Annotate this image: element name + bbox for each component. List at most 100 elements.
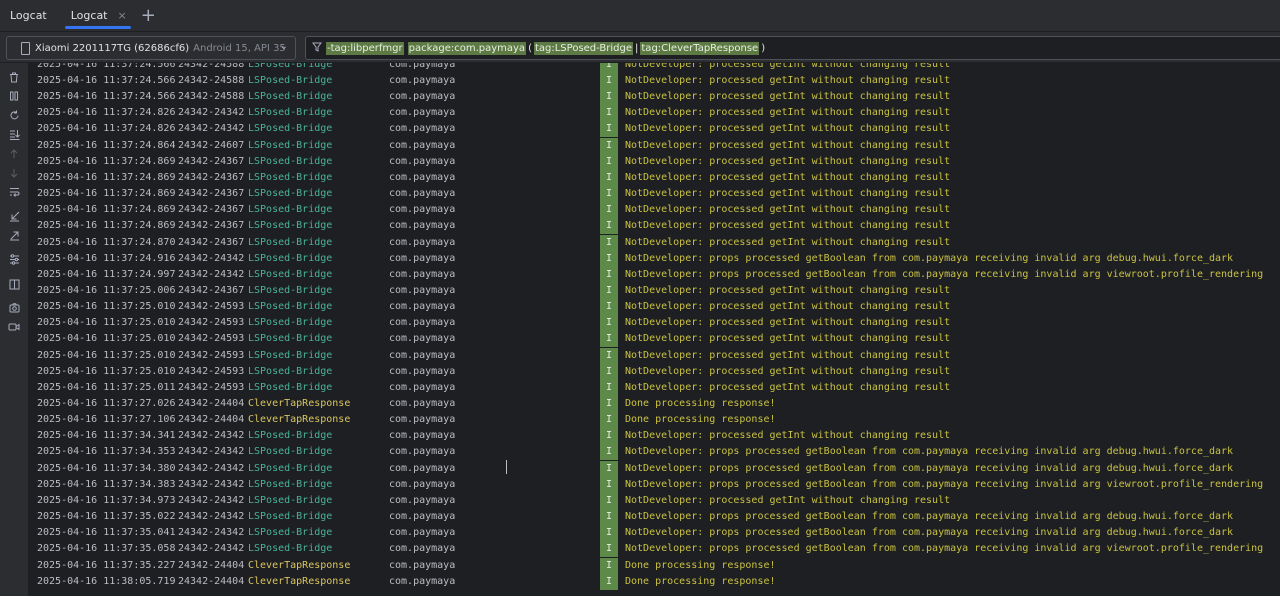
log-row[interactable]: 2025-04-16 11:37:24.869 24342-24367 LSPose… xyxy=(28,218,1280,235)
trash-icon[interactable] xyxy=(0,72,28,86)
import-icon[interactable] xyxy=(0,211,28,225)
log-pid: 24342-24367 xyxy=(178,236,245,248)
log-row[interactable]: 2025-04-16 11:37:25.010 24342-24593 LSPose… xyxy=(28,315,1280,332)
log-package: com.paymaya xyxy=(389,220,456,232)
log-row[interactable]: 2025-04-16 11:37:25.010 24342-24593 LSPose… xyxy=(28,347,1280,364)
log-row[interactable]: 2025-04-16 11:37:24.916 24342-24342 LSPose… xyxy=(28,250,1280,267)
log-row[interactable]: 2025-04-16 11:37:25.010 24342-24593 LSPose… xyxy=(28,299,1280,316)
log-row[interactable]: 2025-04-16 11:37:24.869 24342-24367 LSPose… xyxy=(28,169,1280,186)
log-row[interactable]: 2025-04-16 11:37:35.227 24342-24404 Clever… xyxy=(28,557,1280,574)
down-arrow-icon[interactable] xyxy=(0,168,28,181)
log-message: NotDeveloper: processed getInt without c… xyxy=(625,365,951,377)
log-row[interactable]: 2025-04-16 11:38:05.719 24342-24404 Clever… xyxy=(28,573,1280,590)
log-package: com.paymaya xyxy=(389,75,456,86)
soft-wrap-icon[interactable] xyxy=(0,187,28,200)
log-row[interactable]: 2025-04-16 11:37:35.058 24342-24342 LSPose… xyxy=(28,541,1280,558)
log-row[interactable]: 2025-04-16 11:37:25.010 24342-24593 LSPose… xyxy=(28,363,1280,380)
log-row[interactable]: 2025-04-16 11:37:25.010 24342-24593 LSPose… xyxy=(28,331,1280,348)
up-arrow-icon[interactable] xyxy=(0,149,28,162)
tab-logcat[interactable]: Logcat × xyxy=(57,0,135,31)
log-row[interactable]: 2025-04-16 11:37:25.006 24342-24367 LSPose… xyxy=(28,282,1280,299)
log-level-badge: I xyxy=(600,379,618,396)
log-level-badge: I xyxy=(600,234,618,251)
log-view[interactable]: 2025-04-16 11:37:24.566 24342-24588 LSPo… xyxy=(28,63,1280,596)
log-package: com.paymaya xyxy=(389,333,456,345)
log-timestamp: 2025-04-16 11:37:35.022 xyxy=(37,511,176,523)
log-timestamp: 2025-04-16 11:37:24.864 xyxy=(37,139,176,151)
log-row[interactable]: 2025-04-16 11:37:24.566 24342-24588 LSPose… xyxy=(28,73,1280,89)
scroll-to-end-icon[interactable] xyxy=(0,129,28,143)
log-row[interactable]: 2025-04-16 11:37:24.826 24342-24342 LSPose… xyxy=(28,121,1280,138)
close-icon[interactable]: × xyxy=(118,9,127,22)
log-message: NotDeveloper: processed getInt without c… xyxy=(625,381,951,393)
log-message: NotDeveloper: props processed getBoolean… xyxy=(625,527,1234,539)
log-package: com.paymaya xyxy=(389,478,456,490)
log-tag: LSPosed-Bridge xyxy=(248,462,333,474)
log-row[interactable]: 2025-04-16 11:37:34.383 24342-24342 LSPose… xyxy=(28,476,1280,493)
log-package: com.paymaya xyxy=(389,462,456,474)
log-row[interactable]: 2025-04-16 11:37:35.022 24342-24342 LSPose… xyxy=(28,509,1280,526)
log-row[interactable]: 2025-04-16 11:37:27.106 24342-24404 Clever… xyxy=(28,412,1280,429)
restart-icon[interactable] xyxy=(0,110,28,124)
log-row[interactable]: 2025-04-16 11:37:24.997 24342-24342 LSPose… xyxy=(28,266,1280,283)
log-message: Done processing response! xyxy=(625,575,776,587)
log-row[interactable]: 2025-04-16 11:37:25.011 24342-24593 LSPose… xyxy=(28,379,1280,396)
log-row-partial[interactable]: 2025-04-16 11:37:24.566 24342-24588 LSPo… xyxy=(28,63,1280,73)
log-pid: 24342-24588 xyxy=(178,91,245,103)
log-message: NotDeveloper: processed getInt without c… xyxy=(625,494,951,506)
log-row[interactable]: 2025-04-16 11:37:24.864 24342-24607 LSPose… xyxy=(28,137,1280,154)
log-level-badge: I xyxy=(600,396,618,412)
device-selector[interactable]: Xiaomi 2201117TG (62686cf6) Android 15, … xyxy=(6,36,296,60)
log-tag: LSPosed-Bridge xyxy=(248,478,333,490)
log-pid: 24342-24593 xyxy=(178,333,245,345)
filter-token: -tag:libperfmgr xyxy=(326,41,404,55)
screen-record-icon[interactable] xyxy=(0,322,28,335)
tab-bar: Logcat Logcat × + xyxy=(0,0,1280,32)
log-row[interactable]: 2025-04-16 11:37:24.870 24342-24367 LSPose… xyxy=(28,234,1280,251)
filter-icon[interactable] xyxy=(312,42,322,55)
log-row[interactable]: 2025-04-16 11:37:34.353 24342-24342 LSPose… xyxy=(28,444,1280,461)
log-row[interactable]: 2025-04-16 11:37:35.041 24342-24342 LSPose… xyxy=(28,525,1280,542)
log-tag: CleverTapResponse xyxy=(248,559,351,571)
pause-icon[interactable] xyxy=(0,91,28,104)
log-row[interactable]: 2025-04-16 11:37:34.341 24342-24342 LSPose… xyxy=(28,428,1280,445)
log-timestamp: 2025-04-16 11:37:24.997 xyxy=(37,268,176,280)
log-message: NotDeveloper: props processed getBoolean… xyxy=(625,462,1234,474)
log-message: NotDeveloper: processed getInt without c… xyxy=(625,155,951,167)
log-package: com.paymaya xyxy=(389,430,456,442)
screenshot-icon[interactable] xyxy=(0,303,28,316)
log-timestamp: 2025-04-16 11:37:25.010 xyxy=(37,333,176,345)
export-icon[interactable] xyxy=(0,230,28,244)
log-timestamp: 2025-04-16 11:37:24.869 xyxy=(37,204,176,216)
log-row[interactable]: 2025-04-16 11:37:24.869 24342-24367 LSPose… xyxy=(28,186,1280,203)
log-row[interactable]: 2025-04-16 11:37:34.380 24342-24342 LSPose… xyxy=(28,460,1280,477)
filter-input[interactable]: -tag:libperfmgr package:com.paymaya ( ta… xyxy=(305,36,1280,60)
log-row[interactable]: 2025-04-16 11:37:27.026 24342-24404 Clever… xyxy=(28,396,1280,412)
settings-icon[interactable] xyxy=(0,254,28,268)
log-row[interactable]: 2025-04-16 11:37:24.826 24342-24342 LSPose… xyxy=(28,105,1280,122)
log-package: com.paymaya xyxy=(389,446,456,458)
split-panels-icon[interactable] xyxy=(0,279,28,293)
log-message: NotDeveloper: processed getInt without c… xyxy=(625,204,951,216)
log-tag: LSPosed-Bridge xyxy=(248,91,333,103)
log-row[interactable]: 2025-04-16 11:37:34.973 24342-24342 LSPose… xyxy=(28,492,1280,509)
log-level-badge: I xyxy=(600,266,618,283)
logcat-sidebar xyxy=(0,63,28,596)
log-message: NotDeveloper: processed getInt without c… xyxy=(625,107,951,119)
log-level-badge: I xyxy=(600,525,618,542)
log-message: NotDeveloper: processed getInt without c… xyxy=(625,349,951,361)
log-row[interactable]: 2025-04-16 11:37:24.869 24342-24367 LSPose… xyxy=(28,153,1280,170)
log-tag: LSPosed-Bridge xyxy=(248,107,333,119)
log-row[interactable]: 2025-04-16 11:37:24.869 24342-24367 LSPose… xyxy=(28,202,1280,219)
add-tab-icon[interactable]: + xyxy=(141,0,156,31)
log-level-badge: I xyxy=(600,428,618,445)
log-level-badge: I xyxy=(600,541,618,558)
log-package: com.paymaya xyxy=(389,398,456,409)
log-timestamp: 2025-04-16 11:37:24.826 xyxy=(37,107,176,119)
logcat-toolbar: Xiaomi 2201117TG (62686cf6) Android 15, … xyxy=(0,32,1280,62)
log-message: NotDeveloper: processed getInt without c… xyxy=(625,430,951,442)
log-pid: 24342-24367 xyxy=(178,220,245,232)
log-pid: 24342-24367 xyxy=(178,284,245,296)
log-timestamp: 2025-04-16 11:37:24.870 xyxy=(37,236,176,248)
log-row[interactable]: 2025-04-16 11:37:24.566 24342-24588 LSPose… xyxy=(28,89,1280,106)
